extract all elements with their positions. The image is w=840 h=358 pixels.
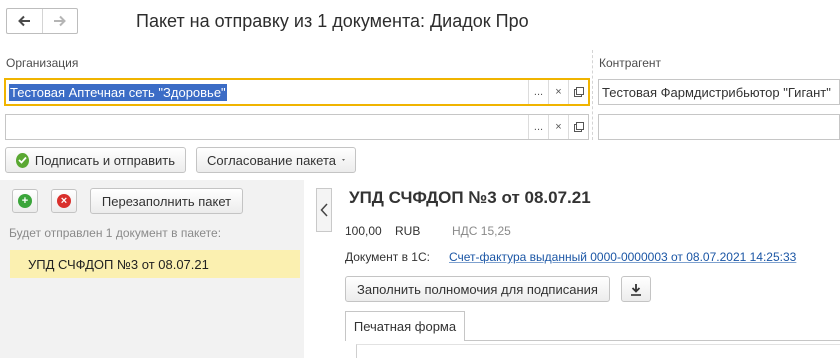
dropdown-arrow-icon [341,159,345,161]
page-title: Пакет на отправку из 1 документа: Диадок… [136,11,529,31]
organization-field[interactable]: Тестовая Аптечная сеть "Здоровье" ... × [4,78,590,106]
fill-authority-label: Заполнить полномочия для подписания [357,281,598,297]
document-title: УПД СЧФДОП №3 от 08.07.21 [349,188,591,207]
list-item[interactable]: УПД СЧФДОП №3 от 08.07.21 [10,250,300,278]
package-approval-button[interactable]: Согласование пакета [196,147,356,173]
organization-clear-button[interactable]: × [548,80,568,104]
refill-package-label: Перезаполнить пакет [101,193,232,209]
organization-open-button[interactable] [568,80,588,104]
column-divider [592,50,593,140]
organization-label: Организация [6,56,79,70]
counterparty-second-value[interactable] [599,115,839,139]
refill-package-button[interactable]: Перезаполнить пакет [90,188,243,214]
check-icon [16,152,29,168]
back-button[interactable] [7,9,42,33]
second-open-button[interactable] [568,115,588,139]
download-icon [631,283,641,296]
download-button[interactable] [621,276,651,302]
sign-and-send-label: Подписать и отправить [34,152,175,168]
second-clear-button[interactable]: × [548,115,568,139]
package-info-text: Будет отправлен 1 документ в пакете: [9,226,222,240]
add-document-button[interactable]: + [12,189,38,213]
counterparty-value[interactable]: Тестовая Фармдистрибьютор "Гигант" [599,80,839,104]
document-1c-link[interactable]: Счет-фактура выданный 0000-0000003 от 08… [449,250,796,264]
fill-authority-button[interactable]: Заполнить полномочия для подписания [345,276,610,302]
open-window-icon [573,87,584,97]
open-window-icon [573,122,584,132]
arrow-left-icon [18,15,31,27]
counterparty-field[interactable]: Тестовая Фармдистрибьютор "Гигант" [598,79,840,105]
collapse-panel-button[interactable] [316,188,332,232]
delete-icon: × [57,194,71,208]
document-amount: 100,00 [345,224,382,238]
nav-buttons [6,8,78,34]
sign-and-send-button[interactable]: Подписать и отправить [5,147,186,173]
second-select-button[interactable]: ... [528,115,548,139]
organization-second-field[interactable]: ... × [5,114,589,140]
tab-print-form[interactable]: Печатная форма [345,311,465,341]
document-currency: RUB [395,224,421,238]
package-approval-label: Согласование пакета [207,152,336,168]
document-vat: НДС 15,25 [452,224,511,238]
organization-select-button[interactable]: ... [528,80,548,104]
counterparty-label: Контрагент [599,56,662,70]
organization-second-value[interactable] [6,115,528,139]
organization-value[interactable]: Тестовая Аптечная сеть "Здоровье" [9,83,227,101]
list-item-label: УПД СЧФДОП №3 от 08.07.21 [28,256,209,272]
counterparty-second-field[interactable] [598,114,840,140]
delete-document-button[interactable]: × [51,189,77,213]
print-form-area [356,344,840,358]
tab-print-form-label: Печатная форма [353,319,457,334]
chevron-left-icon [320,203,328,217]
plus-icon: + [18,194,32,208]
document-1c-label: Документ в 1С: [345,250,430,264]
forward-button[interactable] [41,9,78,33]
arrow-right-icon [53,15,66,27]
